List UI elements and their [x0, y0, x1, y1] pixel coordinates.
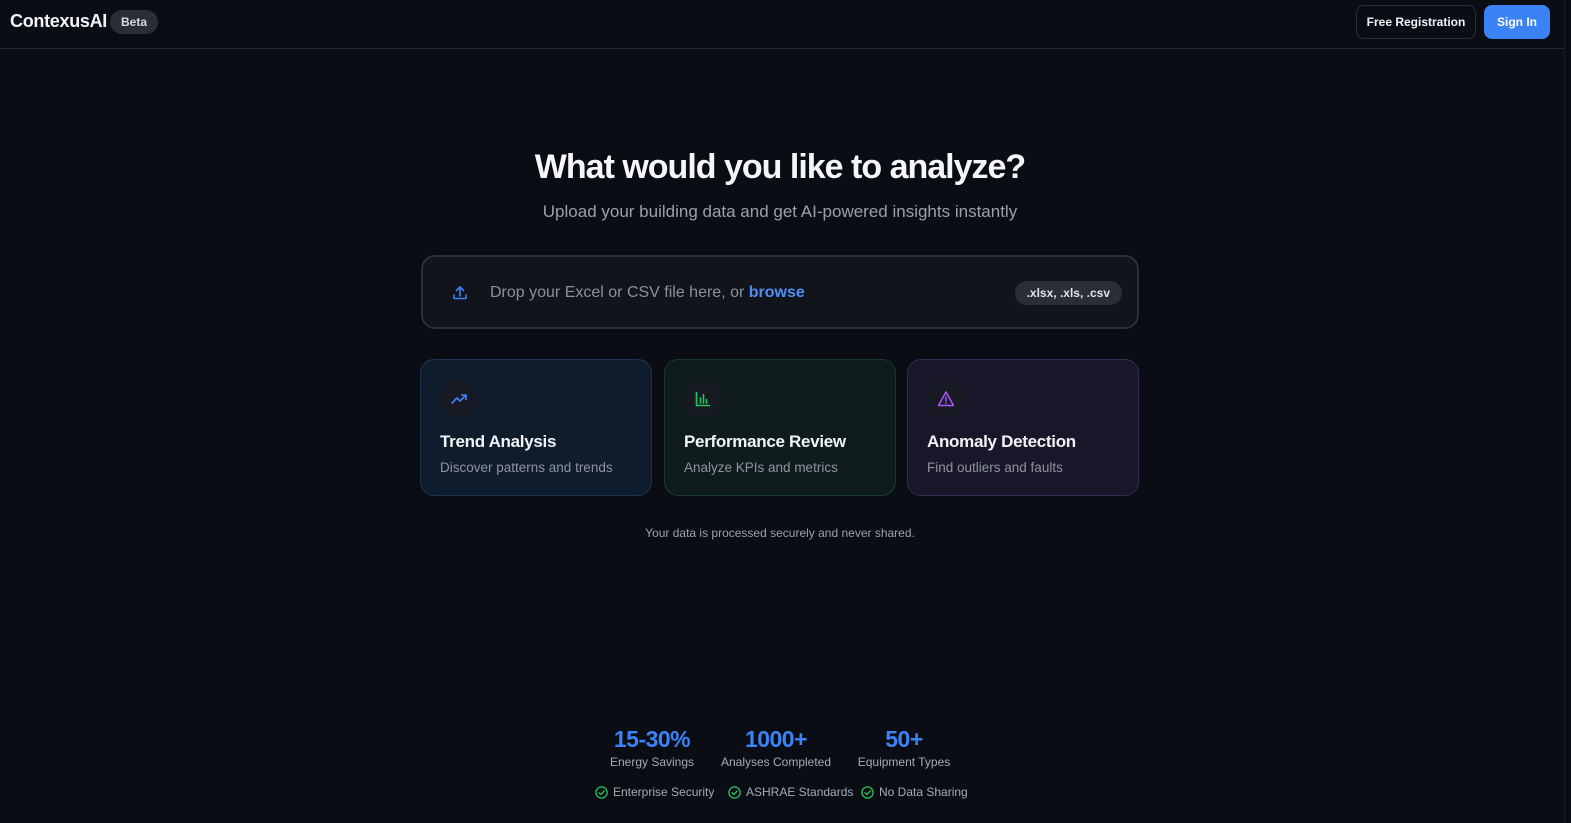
- trust-badge-label: ASHRAE Standards: [746, 785, 854, 799]
- stat-value: 1000+: [744, 726, 808, 752]
- alert-triangle-icon: [937, 391, 955, 407]
- trust-badge-ashrae-standards: ASHRAE Standards: [728, 785, 854, 801]
- brand-logo[interactable]: ContexusAI: [10, 11, 107, 32]
- stat-energy-savings: 15-30% Energy Savings: [598, 726, 706, 769]
- bar-chart-icon: [695, 391, 711, 407]
- check-circle-icon: [861, 786, 874, 799]
- beta-badge: Beta: [110, 10, 159, 34]
- page-subtitle: Upload your building data and get AI-pow…: [542, 202, 1018, 221]
- top-navbar: ContexusAI Beta Free Registration Sign I…: [0, 0, 1564, 49]
- page: ContexusAI Beta Free Registration Sign I…: [0, 0, 1571, 823]
- trust-badge-enterprise-security: Enterprise Security: [595, 785, 717, 801]
- card-title: Trend Analysis: [440, 432, 557, 451]
- trend-icon-wrapper: [440, 380, 478, 418]
- card-anomaly-detection[interactable]: Anomaly Detection Find outliers and faul…: [907, 359, 1139, 496]
- trust-badge-label: No Data Sharing: [879, 785, 968, 799]
- stat-analyses-completed: 1000+ Analyses Completed: [718, 726, 834, 769]
- trust-badge-no-data-sharing: No Data Sharing: [861, 785, 971, 801]
- page-scrollbar[interactable]: [1564, 0, 1571, 823]
- file-dropzone[interactable]: Drop your Excel or CSV file here, or bro…: [421, 255, 1139, 329]
- browse-link[interactable]: browse: [749, 284, 805, 301]
- card-description: Analyze KPIs and metrics: [684, 460, 838, 475]
- stat-label: Equipment Types: [857, 755, 951, 769]
- trust-badges: Enterprise Security ASHRAE Standards No …: [0, 785, 1560, 801]
- stat-value: 15-30%: [613, 726, 691, 752]
- file-formats-badge: .xlsx, .xls, .csv: [1014, 281, 1122, 305]
- dropzone-prompt-text: Drop your Excel or CSV file here, or: [490, 284, 749, 301]
- stat-value: 50+: [885, 726, 923, 752]
- dropzone-prompt: Drop your Excel or CSV file here, or bro…: [490, 284, 805, 302]
- sign-in-button[interactable]: Sign In: [1484, 5, 1550, 39]
- stat-label: Analyses Completed: [720, 755, 832, 769]
- check-circle-icon: [728, 786, 741, 799]
- card-title: Anomaly Detection: [927, 432, 1076, 451]
- card-title: Performance Review: [684, 432, 846, 451]
- page-title: What would you like to analyze?: [534, 148, 1026, 186]
- stat-equipment-types: 50+ Equipment Types: [854, 726, 954, 769]
- upload-icon: [453, 286, 467, 300]
- card-trend-analysis[interactable]: Trend Analysis Discover patterns and tre…: [420, 359, 652, 496]
- anomaly-icon-wrapper: [927, 380, 965, 418]
- trending-up-icon: [451, 394, 467, 404]
- card-performance-review[interactable]: Performance Review Analyze KPIs and metr…: [664, 359, 896, 496]
- card-description: Find outliers and faults: [927, 460, 1063, 475]
- stat-label: Energy Savings: [609, 755, 695, 769]
- security-note: Your data is processed securely and neve…: [645, 526, 915, 540]
- card-description: Discover patterns and trends: [440, 460, 613, 475]
- free-registration-button[interactable]: Free Registration: [1356, 5, 1476, 39]
- trust-badge-label: Enterprise Security: [613, 785, 715, 799]
- check-circle-icon: [595, 786, 608, 799]
- performance-icon-wrapper: [684, 380, 722, 418]
